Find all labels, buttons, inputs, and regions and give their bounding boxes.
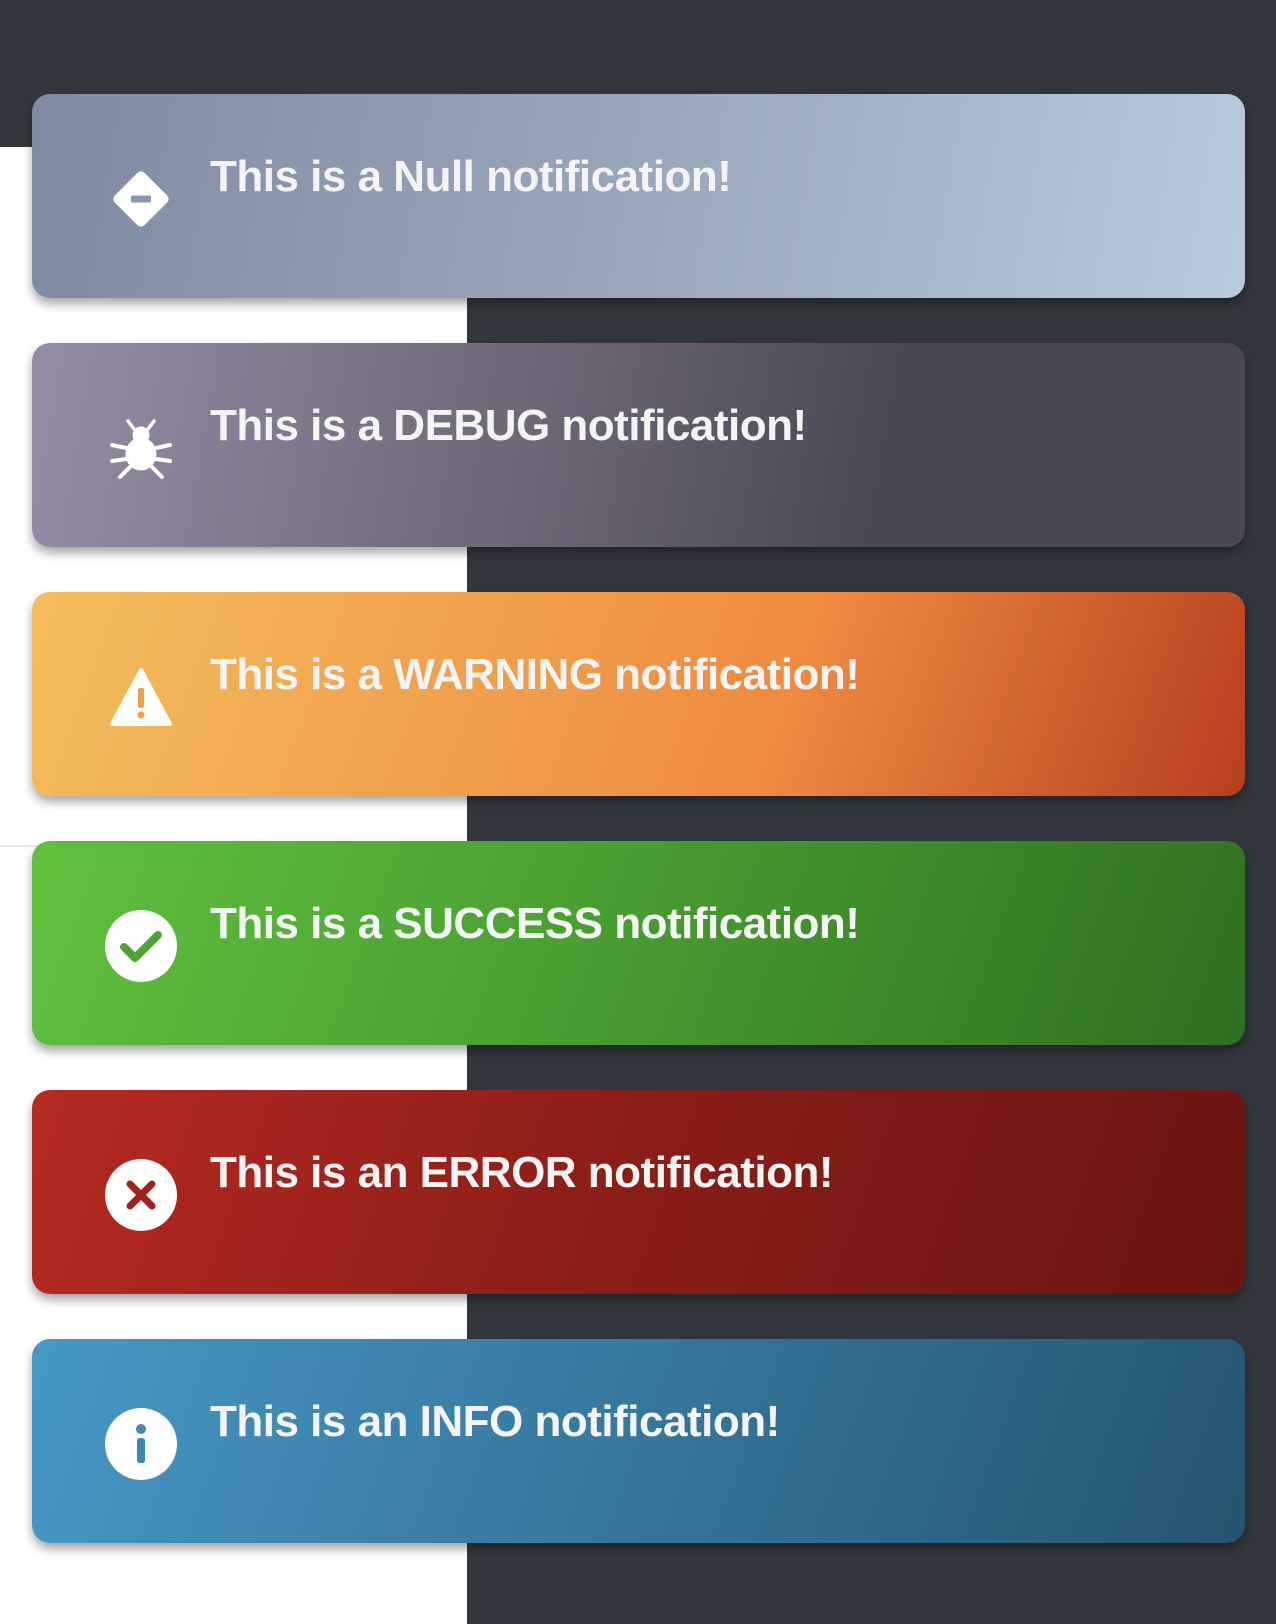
bug-icon — [104, 411, 178, 485]
notification-error[interactable]: This is an ERROR notification! — [32, 1090, 1245, 1294]
notification-info[interactable]: This is an INFO notification! — [32, 1339, 1245, 1543]
info-circle-icon — [104, 1407, 178, 1481]
notification-message: This is an INFO notification! — [210, 1397, 780, 1446]
notification-null[interactable]: This is a Null notification! — [32, 94, 1245, 298]
check-circle-icon — [104, 909, 178, 983]
notification-message: This is a Null notification! — [210, 152, 732, 201]
notification-warning[interactable]: This is a WARNING notification! — [32, 592, 1245, 796]
notification-message: This is an ERROR notification! — [210, 1148, 834, 1197]
notification-stack: This is a Null notification! This is a D… — [32, 94, 1245, 1588]
notification-message: This is a DEBUG notification! — [210, 401, 807, 450]
diamond-minus-icon — [104, 162, 178, 236]
notification-message: This is a SUCCESS notification! — [210, 899, 860, 948]
x-circle-icon — [104, 1158, 178, 1232]
notification-message: This is a WARNING notification! — [210, 650, 860, 699]
notification-debug[interactable]: This is a DEBUG notification! — [32, 343, 1245, 547]
warning-triangle-icon — [104, 660, 178, 734]
notification-success[interactable]: This is a SUCCESS notification! — [32, 841, 1245, 1045]
